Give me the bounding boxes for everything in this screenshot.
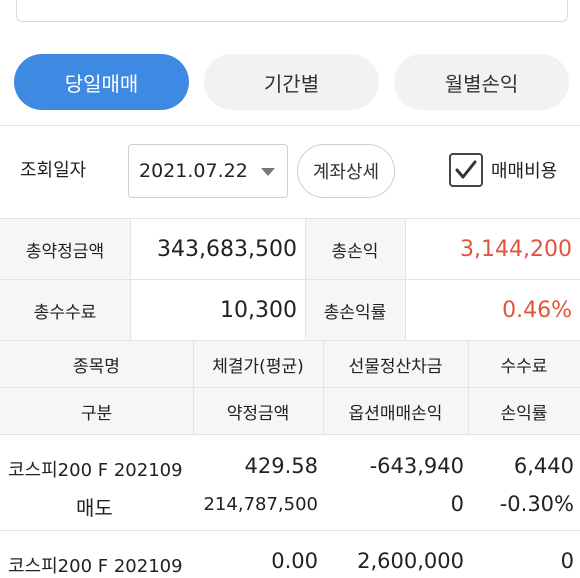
divider xyxy=(0,434,580,435)
row-item-name: 코스피200 F 202109 xyxy=(8,556,183,577)
chevron-down-icon xyxy=(261,168,275,176)
trading-cost-label: 매매비용 xyxy=(491,161,558,182)
account-detail-button[interactable]: 계좌상세 xyxy=(297,144,395,198)
date-value: 2021.07.22 xyxy=(139,160,248,182)
tab-bar: 당일매매 기간별 월별손익 xyxy=(0,54,580,110)
col-header-futures-settlement: 선물정산차금 xyxy=(323,341,468,387)
total-fee-value: 10,300 xyxy=(220,297,297,323)
tab-daily-trades[interactable]: 당일매매 xyxy=(14,54,189,110)
col-header-fee: 수수료 xyxy=(468,341,580,387)
row-pl-rate: -0.30% xyxy=(499,492,574,516)
row-price: 0.00 xyxy=(271,549,318,573)
col-header-price: 체결가(평균) xyxy=(193,341,323,387)
row-side: 매도 xyxy=(76,496,113,520)
total-pl-label: 총손익 xyxy=(305,219,405,279)
divider xyxy=(305,219,306,340)
total-contract-label: 총약정금액 xyxy=(0,219,130,279)
divider xyxy=(0,530,580,531)
total-pl-rate-label: 총손익률 xyxy=(305,280,405,340)
row-option-pl: 0 xyxy=(450,492,464,516)
query-date-label: 조회일자 xyxy=(20,160,87,181)
trading-cost-checkbox[interactable] xyxy=(449,153,483,187)
row-item-name: 코스피200 F 202109 xyxy=(8,460,183,481)
tab-by-period[interactable]: 기간별 xyxy=(204,54,379,110)
row-fee: 0 xyxy=(560,549,574,573)
col-header-contract-amount: 약정금액 xyxy=(193,388,323,434)
check-icon xyxy=(455,160,477,179)
divider xyxy=(0,125,580,126)
divider xyxy=(405,219,406,340)
divider xyxy=(193,341,194,434)
row-contract-amount: 214,787,500 xyxy=(203,494,318,515)
row-futures-settlement: 2,600,000 xyxy=(357,549,464,573)
total-fee-label: 총수수료 xyxy=(0,280,130,340)
divider xyxy=(130,219,131,340)
col-header-option-pl: 옵션매매손익 xyxy=(323,388,468,434)
search-input-box[interactable] xyxy=(16,0,568,22)
total-pl-rate-value: 0.46% xyxy=(502,297,572,323)
col-header-side: 구분 xyxy=(0,388,193,434)
row-futures-settlement: -643,940 xyxy=(369,454,464,478)
total-contract-value: 343,683,500 xyxy=(157,236,297,262)
divider xyxy=(323,341,324,434)
tab-monthly-pl[interactable]: 월별손익 xyxy=(394,54,569,110)
date-select[interactable]: 2021.07.22 xyxy=(128,144,288,198)
col-header-name: 종목명 xyxy=(0,341,193,387)
total-pl-value: 3,144,200 xyxy=(460,236,572,262)
row-fee: 6,440 xyxy=(513,454,574,478)
col-header-pl-rate: 손익률 xyxy=(468,388,580,434)
divider xyxy=(468,341,469,434)
row-price: 429.58 xyxy=(244,454,318,478)
